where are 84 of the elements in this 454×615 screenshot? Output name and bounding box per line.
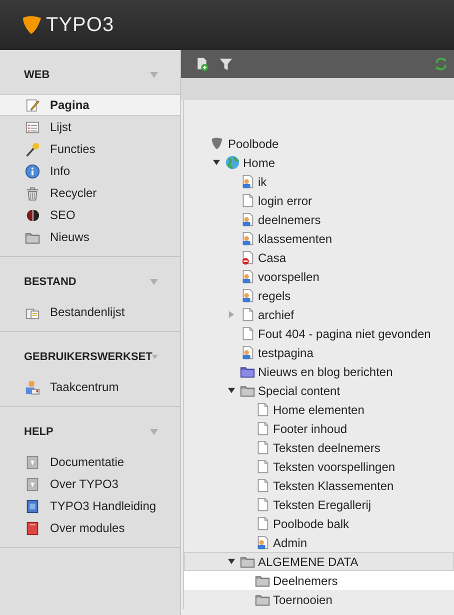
tree-row[interactable]: regels <box>184 286 454 305</box>
section-title: GEBRUIKERSWERKSET <box>24 351 152 363</box>
tree-row[interactable]: Casa <box>184 248 454 267</box>
page-icon <box>240 193 255 208</box>
tree-row[interactable]: Nieuws en blog berichten <box>184 362 454 381</box>
module-item[interactable]: Over TYPO3 <box>0 473 180 495</box>
tree-row[interactable]: Special content <box>184 381 454 400</box>
page-icon <box>255 497 270 512</box>
page-user-icon <box>240 288 255 303</box>
page-icon <box>255 421 270 436</box>
manual-icon <box>25 498 40 514</box>
tree-row[interactable]: Poolbode <box>184 134 454 153</box>
page-user-icon <box>240 174 255 189</box>
collapsed-triangle-icon[interactable] <box>228 311 234 318</box>
tree-row[interactable]: klassementen <box>184 229 454 248</box>
document-icon <box>25 476 40 492</box>
filter-icon[interactable] <box>219 57 233 71</box>
globe-icon <box>225 155 240 170</box>
new-page-icon[interactable] <box>195 57 209 71</box>
collapse-arrow-icon[interactable] <box>150 71 158 79</box>
tree-row[interactable]: Admin <box>184 533 454 552</box>
expanded-triangle-icon[interactable] <box>212 159 220 166</box>
module-item[interactable]: Over modules <box>0 517 180 539</box>
pencil-page-icon <box>25 98 40 112</box>
page-user-icon <box>240 269 255 284</box>
expanded-triangle-icon[interactable] <box>228 558 234 565</box>
tree-row[interactable]: Home elementen <box>184 400 454 419</box>
tree-row[interactable]: testpagina <box>184 343 454 362</box>
page-icon <box>255 516 270 531</box>
trash-icon <box>25 186 40 200</box>
logo-text: TYPO3 <box>46 14 114 36</box>
tree-row[interactable]: ik <box>184 172 454 191</box>
tree-row[interactable]: voorspellen <box>184 267 454 286</box>
page-user-icon <box>255 535 270 550</box>
tree-row[interactable]: Fout 404 - pagina niet gevonden <box>184 324 454 343</box>
page-user-icon <box>240 231 255 246</box>
list-icon <box>25 120 40 134</box>
tree-row[interactable]: ALGEMENE DATA <box>184 552 454 571</box>
module-item[interactable]: TYPO3 Handleiding <box>0 495 180 517</box>
page-icon <box>255 459 270 474</box>
module-item[interactable]: Functies <box>0 138 180 160</box>
page-icon <box>240 326 255 341</box>
section-title: WEB <box>24 69 50 81</box>
wand-icon <box>25 142 40 156</box>
info-icon <box>25 164 40 178</box>
tree-row[interactable]: Toernooien <box>184 590 454 609</box>
tree-row[interactable]: Footer inhoud <box>184 419 454 438</box>
module-item[interactable]: SEO <box>0 204 180 226</box>
section-title: HELP <box>24 426 54 438</box>
page-user-icon <box>240 212 255 227</box>
tree-row[interactable]: Poolbode balk <box>184 514 454 533</box>
module-item[interactable]: Pagina <box>0 94 180 116</box>
tree-row[interactable]: archief <box>184 305 454 324</box>
refresh-icon[interactable] <box>434 57 448 71</box>
page-icon <box>255 402 270 417</box>
page-user-icon <box>240 345 255 360</box>
module-item[interactable]: Documentatie <box>0 451 180 473</box>
module-item[interactable]: Bestandenlijst <box>0 301 180 323</box>
page-blocked-icon <box>240 250 255 265</box>
tree-row[interactable]: Deelnemers <box>184 571 454 590</box>
user-task-icon <box>25 380 40 394</box>
module-item[interactable]: Taakcentrum <box>0 376 180 398</box>
module-item[interactable]: Info <box>0 160 180 182</box>
tree-row[interactable]: Teksten Eregallerij <box>184 495 454 514</box>
tree-row[interactable]: deelnemers <box>184 210 454 229</box>
module-item[interactable]: Nieuws <box>0 226 180 248</box>
tree-row[interactable]: login error <box>184 191 454 210</box>
module-item[interactable]: Lijst <box>0 116 180 138</box>
section-title: BESTAND <box>24 276 76 288</box>
expanded-triangle-icon[interactable] <box>228 387 234 394</box>
collapse-arrow-icon[interactable] <box>150 428 158 436</box>
module-item[interactable]: Recycler <box>0 182 180 204</box>
page-icon <box>255 478 270 493</box>
tree-row[interactable]: Home <box>184 153 454 172</box>
collapse-arrow-icon[interactable] <box>150 278 158 286</box>
tree-row[interactable]: Teksten voorspellingen <box>184 457 454 476</box>
document-icon <box>25 454 40 470</box>
tree-row[interactable]: Teksten Klassementen <box>184 476 454 495</box>
page-icon <box>255 440 270 455</box>
collapse-arrow-icon[interactable] <box>152 353 158 361</box>
tree-row[interactable]: Teksten deelnemers <box>184 438 454 457</box>
seo-icon <box>25 208 40 222</box>
book-icon <box>25 520 40 536</box>
page-icon <box>240 307 255 322</box>
